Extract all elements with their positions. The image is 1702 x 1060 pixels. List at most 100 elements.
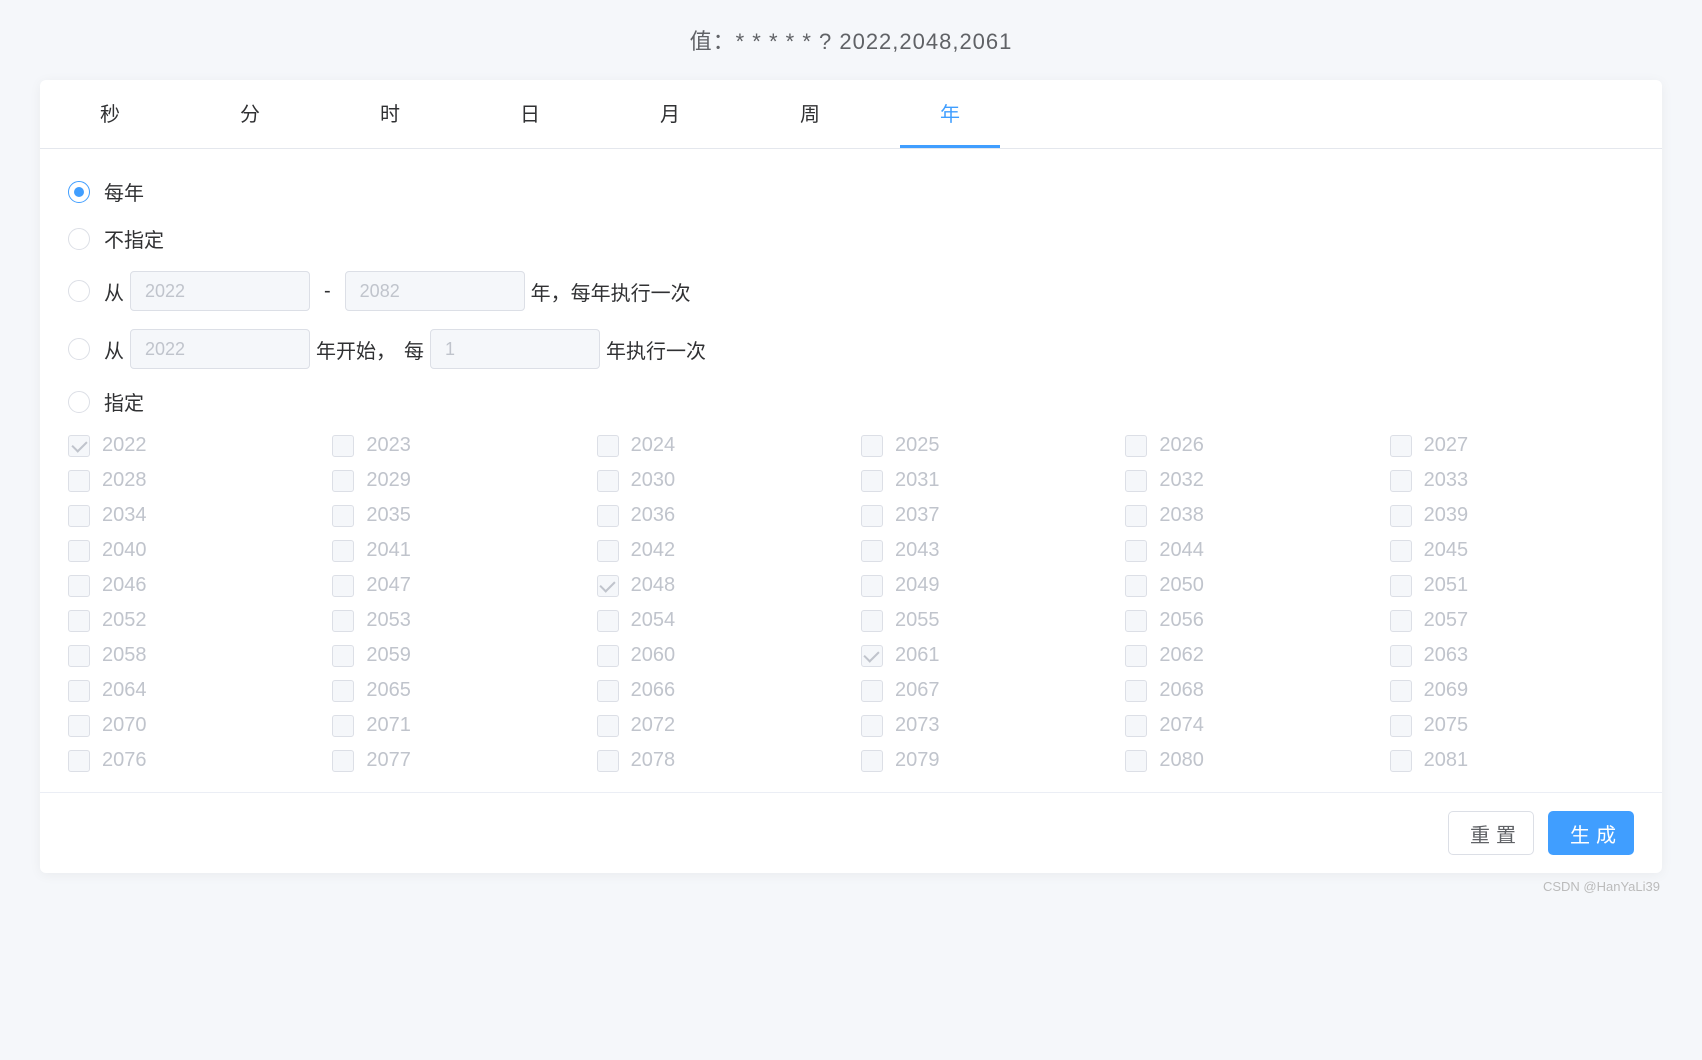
year-item-2039[interactable]: 2039 (1390, 504, 1634, 527)
radio-interval[interactable] (68, 338, 90, 360)
year-item-2043[interactable]: 2043 (861, 539, 1105, 562)
year-checkbox-2044[interactable] (1125, 540, 1147, 562)
year-item-2059[interactable]: 2059 (332, 644, 576, 667)
year-checkbox-2026[interactable] (1125, 435, 1147, 457)
year-item-2045[interactable]: 2045 (1390, 539, 1634, 562)
year-item-2028[interactable]: 2028 (68, 469, 312, 492)
year-checkbox-2054[interactable] (597, 610, 619, 632)
year-checkbox-2079[interactable] (861, 750, 883, 772)
year-item-2052[interactable]: 2052 (68, 609, 312, 632)
year-checkbox-2071[interactable] (332, 715, 354, 737)
reset-button[interactable]: 重置 (1448, 811, 1534, 855)
year-checkbox-2062[interactable] (1125, 645, 1147, 667)
year-checkbox-2039[interactable] (1390, 505, 1412, 527)
year-item-2073[interactable]: 2073 (861, 714, 1105, 737)
year-checkbox-2037[interactable] (861, 505, 883, 527)
year-item-2074[interactable]: 2074 (1125, 714, 1369, 737)
year-item-2026[interactable]: 2026 (1125, 434, 1369, 457)
year-item-2065[interactable]: 2065 (332, 679, 576, 702)
year-item-2055[interactable]: 2055 (861, 609, 1105, 632)
year-item-2046[interactable]: 2046 (68, 574, 312, 597)
year-item-2064[interactable]: 2064 (68, 679, 312, 702)
year-checkbox-2061[interactable] (861, 645, 883, 667)
year-item-2031[interactable]: 2031 (861, 469, 1105, 492)
year-item-2063[interactable]: 2063 (1390, 644, 1634, 667)
year-checkbox-2057[interactable] (1390, 610, 1412, 632)
year-item-2058[interactable]: 2058 (68, 644, 312, 667)
tab-1[interactable]: 分 (200, 80, 300, 148)
year-checkbox-2050[interactable] (1125, 575, 1147, 597)
year-checkbox-2025[interactable] (861, 435, 883, 457)
year-checkbox-2060[interactable] (597, 645, 619, 667)
year-item-2038[interactable]: 2038 (1125, 504, 1369, 527)
year-item-2033[interactable]: 2033 (1390, 469, 1634, 492)
radio-row-none[interactable]: 不指定 (68, 224, 1634, 253)
year-checkbox-2031[interactable] (861, 470, 883, 492)
year-item-2037[interactable]: 2037 (861, 504, 1105, 527)
year-checkbox-2027[interactable] (1390, 435, 1412, 457)
generate-button[interactable]: 生成 (1548, 811, 1634, 855)
year-checkbox-2065[interactable] (332, 680, 354, 702)
year-checkbox-2069[interactable] (1390, 680, 1412, 702)
year-item-2035[interactable]: 2035 (332, 504, 576, 527)
year-item-2034[interactable]: 2034 (68, 504, 312, 527)
tab-5[interactable]: 周 (760, 80, 860, 148)
year-checkbox-2053[interactable] (332, 610, 354, 632)
year-checkbox-2068[interactable] (1125, 680, 1147, 702)
year-checkbox-2052[interactable] (68, 610, 90, 632)
range-from-input[interactable]: 2022 (130, 271, 310, 311)
tab-4[interactable]: 月 (620, 80, 720, 148)
year-item-2070[interactable]: 2070 (68, 714, 312, 737)
year-item-2062[interactable]: 2062 (1125, 644, 1369, 667)
year-checkbox-2041[interactable] (332, 540, 354, 562)
year-item-2048[interactable]: 2048 (597, 574, 841, 597)
year-item-2067[interactable]: 2067 (861, 679, 1105, 702)
interval-step-input[interactable]: 1 (430, 329, 600, 369)
year-checkbox-2042[interactable] (597, 540, 619, 562)
year-checkbox-2067[interactable] (861, 680, 883, 702)
year-checkbox-2058[interactable] (68, 645, 90, 667)
year-item-2075[interactable]: 2075 (1390, 714, 1634, 737)
year-checkbox-2080[interactable] (1125, 750, 1147, 772)
year-checkbox-2032[interactable] (1125, 470, 1147, 492)
year-item-2061[interactable]: 2061 (861, 644, 1105, 667)
radio-specify[interactable] (68, 391, 90, 413)
radio-row-interval[interactable]: 从 2022 年开始， 每 1 年执行一次 (68, 329, 1634, 369)
year-item-2050[interactable]: 2050 (1125, 574, 1369, 597)
year-item-2027[interactable]: 2027 (1390, 434, 1634, 457)
radio-range[interactable] (68, 280, 90, 302)
year-checkbox-2035[interactable] (332, 505, 354, 527)
year-item-2060[interactable]: 2060 (597, 644, 841, 667)
year-checkbox-2024[interactable] (597, 435, 619, 457)
year-item-2076[interactable]: 2076 (68, 749, 312, 772)
year-item-2078[interactable]: 2078 (597, 749, 841, 772)
year-checkbox-2077[interactable] (332, 750, 354, 772)
radio-row-range[interactable]: 从 2022 - 2082 年，每年执行一次 (68, 271, 1634, 311)
year-checkbox-2036[interactable] (597, 505, 619, 527)
interval-start-input[interactable]: 2022 (130, 329, 310, 369)
radio-none[interactable] (68, 228, 90, 250)
tab-3[interactable]: 日 (480, 80, 580, 148)
year-item-2044[interactable]: 2044 (1125, 539, 1369, 562)
year-checkbox-2049[interactable] (861, 575, 883, 597)
year-checkbox-2064[interactable] (68, 680, 90, 702)
year-item-2079[interactable]: 2079 (861, 749, 1105, 772)
year-checkbox-2078[interactable] (597, 750, 619, 772)
year-checkbox-2072[interactable] (597, 715, 619, 737)
radio-row-specify[interactable]: 指定 (68, 387, 1634, 416)
year-item-2080[interactable]: 2080 (1125, 749, 1369, 772)
year-item-2049[interactable]: 2049 (861, 574, 1105, 597)
year-item-2053[interactable]: 2053 (332, 609, 576, 632)
year-item-2069[interactable]: 2069 (1390, 679, 1634, 702)
year-checkbox-2047[interactable] (332, 575, 354, 597)
year-item-2041[interactable]: 2041 (332, 539, 576, 562)
year-item-2056[interactable]: 2056 (1125, 609, 1369, 632)
year-checkbox-2033[interactable] (1390, 470, 1412, 492)
range-to-input[interactable]: 2082 (345, 271, 525, 311)
year-checkbox-2055[interactable] (861, 610, 883, 632)
year-checkbox-2063[interactable] (1390, 645, 1412, 667)
radio-every[interactable] (68, 181, 90, 203)
year-item-2040[interactable]: 2040 (68, 539, 312, 562)
year-checkbox-2023[interactable] (332, 435, 354, 457)
year-checkbox-2030[interactable] (597, 470, 619, 492)
